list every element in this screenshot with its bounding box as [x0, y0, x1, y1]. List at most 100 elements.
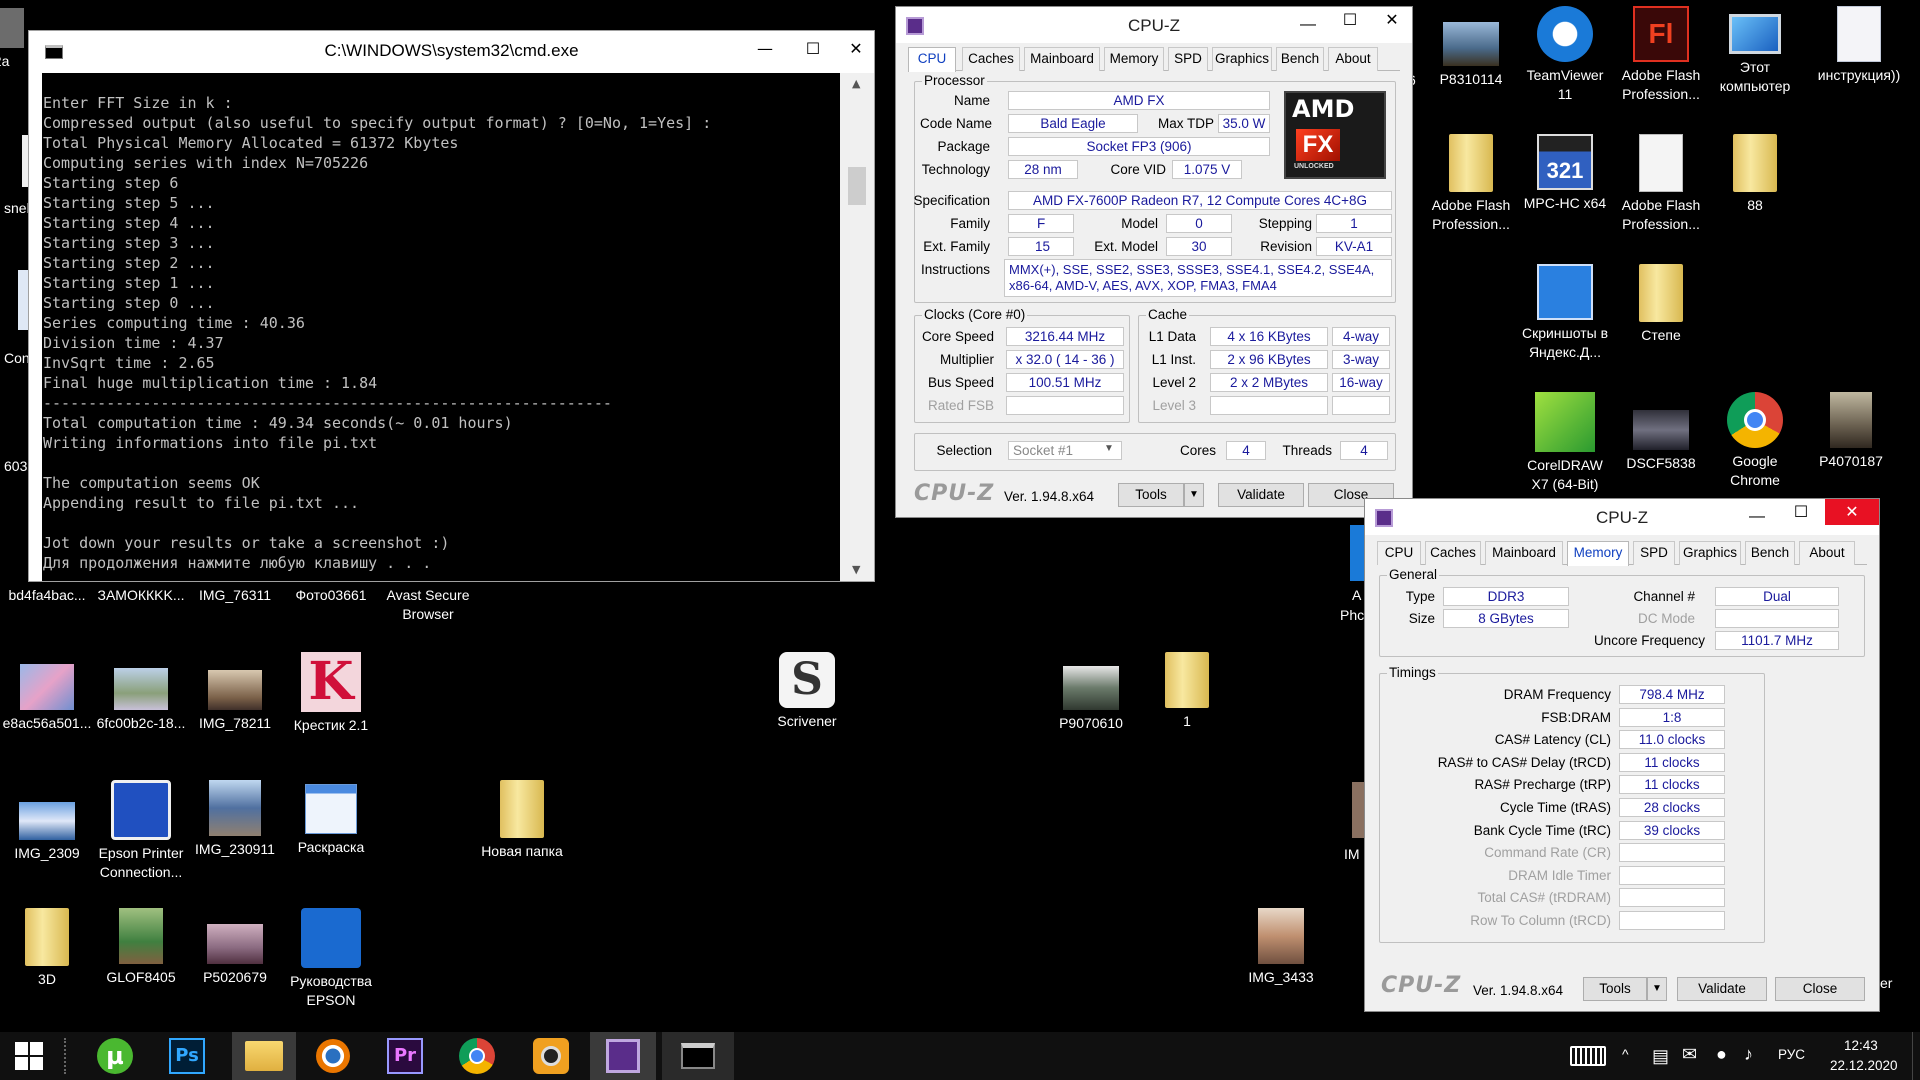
- desktop-icon[interactable]: Новая папка: [474, 780, 570, 861]
- tab-spd[interactable]: SPD: [1168, 47, 1208, 71]
- desktop-icon-partial[interactable]: er: [1880, 975, 1892, 991]
- desktop-icon[interactable]: P4070187: [1804, 392, 1898, 471]
- start-button[interactable]: [0, 1032, 58, 1080]
- desktop-icon[interactable]: IMG_76311: [188, 586, 282, 605]
- chrome-icon[interactable]: [448, 1032, 506, 1080]
- tab-memory[interactable]: Memory: [1104, 47, 1164, 71]
- blender-icon[interactable]: [304, 1032, 362, 1080]
- tab-bench[interactable]: Bench: [1745, 541, 1795, 565]
- desktop-icon[interactable]: Avast Secure Browser: [380, 586, 476, 624]
- desktop-icon[interactable]: P9070610: [1044, 660, 1138, 733]
- tools-button[interactable]: Tools: [1583, 977, 1647, 1001]
- clock-time[interactable]: 12:43: [1844, 1038, 1878, 1053]
- cpuz-window-cpu[interactable]: CPU-Z — ☐ ✕ CPU Caches Mainboard Memory …: [895, 6, 1413, 518]
- tray-overflow-icon[interactable]: ^: [1622, 1046, 1629, 1062]
- volume-icon[interactable]: ♪: [1744, 1044, 1753, 1065]
- desktop-icon[interactable]: e8ac56a501...: [0, 660, 94, 733]
- cpuz-window-memory[interactable]: CPU-Z — ☐ ✕ CPU Caches Mainboard Memory …: [1364, 498, 1880, 1012]
- tab-mainboard[interactable]: Mainboard: [1485, 541, 1563, 565]
- tab-about[interactable]: About: [1799, 541, 1855, 565]
- desktop-icon[interactable]: bd4fa4bac...: [0, 586, 94, 605]
- show-desktop-button[interactable]: [1912, 1032, 1920, 1080]
- maximize-button[interactable]: ☐: [791, 35, 835, 63]
- cpuz-titlebar[interactable]: CPU-Z — ☐ ✕: [1365, 499, 1879, 535]
- tab-bench[interactable]: Bench: [1276, 47, 1324, 71]
- desktop-icon[interactable]: инструкция)): [1804, 6, 1914, 85]
- validate-button[interactable]: Validate: [1218, 483, 1304, 507]
- desktop-icon[interactable]: ЗАМОККKK...: [94, 586, 188, 605]
- scroll-up-icon[interactable]: ▲: [852, 77, 860, 90]
- validate-button[interactable]: Validate: [1677, 977, 1767, 1001]
- tab-graphics[interactable]: Graphics: [1212, 47, 1272, 71]
- desktop-icon[interactable]: P8310114: [1424, 14, 1518, 89]
- minimize-button[interactable]: —: [743, 35, 787, 63]
- desktop-icon[interactable]: IMG_2309: [0, 786, 94, 863]
- explorer-icon[interactable]: [232, 1032, 296, 1080]
- close-button[interactable]: ✕: [1825, 499, 1879, 525]
- tools-button[interactable]: Tools: [1118, 483, 1184, 507]
- desktop-icon[interactable]: Adobe Flash Profession...: [1614, 134, 1708, 234]
- network-disabled-icon[interactable]: ✉: [1682, 1044, 1697, 1065]
- tab-graphics[interactable]: Graphics: [1679, 541, 1741, 565]
- tab-cpu[interactable]: CPU: [908, 47, 956, 72]
- tab-cpu[interactable]: CPU: [1377, 541, 1421, 565]
- wifi-icon[interactable]: ●: [1716, 1044, 1727, 1065]
- desktop-icon-partial[interactable]: IM: [1344, 846, 1360, 862]
- minimize-button[interactable]: —: [1735, 503, 1779, 531]
- desktop-icon[interactable]: 3D: [0, 908, 94, 989]
- desktop-icon[interactable]: K Крестик 2.1: [284, 652, 378, 735]
- desktop-icon-partial[interactable]: A: [1352, 587, 1361, 603]
- desktop-icon[interactable]: Фото03661: [284, 586, 378, 605]
- tab-mainboard[interactable]: Mainboard: [1024, 47, 1100, 71]
- desktop-icon[interactable]: Этот компьютер: [1708, 6, 1802, 96]
- desktop-icon[interactable]: IMG_230911: [188, 780, 282, 859]
- maximize-button[interactable]: ☐: [1328, 7, 1372, 35]
- desktop-icon[interactable]: DSCF5838: [1614, 400, 1708, 473]
- cmd-icon[interactable]: [662, 1032, 734, 1080]
- camera-icon[interactable]: [522, 1032, 580, 1080]
- desktop-icon[interactable]: 6fc00b2c-18...: [94, 660, 188, 733]
- cpuz-titlebar[interactable]: CPU-Z — ☐ ✕: [896, 7, 1412, 43]
- maximize-button[interactable]: ☐: [1779, 499, 1823, 527]
- desktop-icon[interactable]: S Scrivener: [760, 652, 854, 731]
- chevron-down-icon[interactable]: ▼: [1104, 443, 1114, 454]
- desktop-icon[interactable]: Степе: [1614, 264, 1708, 345]
- tools-dropdown-button[interactable]: ▼: [1647, 977, 1667, 1001]
- desktop-icon[interactable]: 1: [1140, 652, 1234, 731]
- tablet-icon[interactable]: ▤: [1652, 1046, 1669, 1067]
- language-indicator[interactable]: РУС: [1778, 1047, 1805, 1062]
- tab-caches[interactable]: Caches: [962, 47, 1020, 71]
- desktop-icon[interactable]: IMG_3433: [1234, 908, 1328, 987]
- tab-about[interactable]: About: [1328, 47, 1378, 71]
- scrollbar[interactable]: ▲ ▼: [840, 73, 874, 581]
- taskview-icon[interactable]: [58, 1032, 72, 1080]
- cpuz-icon[interactable]: [590, 1032, 656, 1080]
- tab-caches[interactable]: Caches: [1425, 541, 1481, 565]
- desktop-icon[interactable]: Fl Adobe Flash Profession...: [1614, 6, 1708, 104]
- tools-dropdown-button[interactable]: ▼: [1184, 483, 1204, 507]
- desktop-icon[interactable]: Скриншоты в Яндекс.Д...: [1518, 264, 1612, 362]
- desktop-icon[interactable]: Руководства EPSON: [284, 908, 378, 1010]
- desktop-icon[interactable]: 88: [1708, 134, 1802, 215]
- scroll-down-icon[interactable]: ▼: [852, 563, 860, 576]
- tab-memory[interactable]: Memory: [1567, 541, 1629, 566]
- minimize-button[interactable]: —: [1286, 11, 1330, 39]
- utorrent-icon[interactable]: µ: [86, 1032, 144, 1080]
- tab-spd[interactable]: SPD: [1633, 541, 1675, 565]
- desktop-icon[interactable]: CorelDRAW X7 (64-Bit): [1518, 392, 1612, 494]
- desktop-icon[interactable]: 321 MPC-HC x64: [1518, 134, 1612, 213]
- desktop-icon[interactable]: IMG_78211: [188, 660, 282, 733]
- desktop-icon[interactable]: Epson Printer Connection...: [94, 780, 188, 882]
- photoshop-icon[interactable]: Ps: [158, 1032, 216, 1080]
- keyboard-icon[interactable]: [1552, 1032, 1624, 1080]
- premiere-icon[interactable]: Pr: [376, 1032, 434, 1080]
- scroll-thumb[interactable]: [848, 167, 866, 205]
- clock-date[interactable]: 22.12.2020: [1830, 1058, 1898, 1073]
- desktop-icon[interactable]: TeamViewer 11: [1518, 6, 1612, 104]
- close-button[interactable]: ✕: [1370, 7, 1414, 35]
- desktop-icon[interactable]: Google Chrome: [1708, 392, 1802, 490]
- desktop-icon[interactable]: Раскраска: [284, 780, 378, 857]
- desktop-icon[interactable]: GLOF8405: [94, 908, 188, 987]
- desktop-icon[interactable]: P5020679: [188, 914, 282, 987]
- desktop-icon-partial[interactable]: Con: [4, 350, 30, 366]
